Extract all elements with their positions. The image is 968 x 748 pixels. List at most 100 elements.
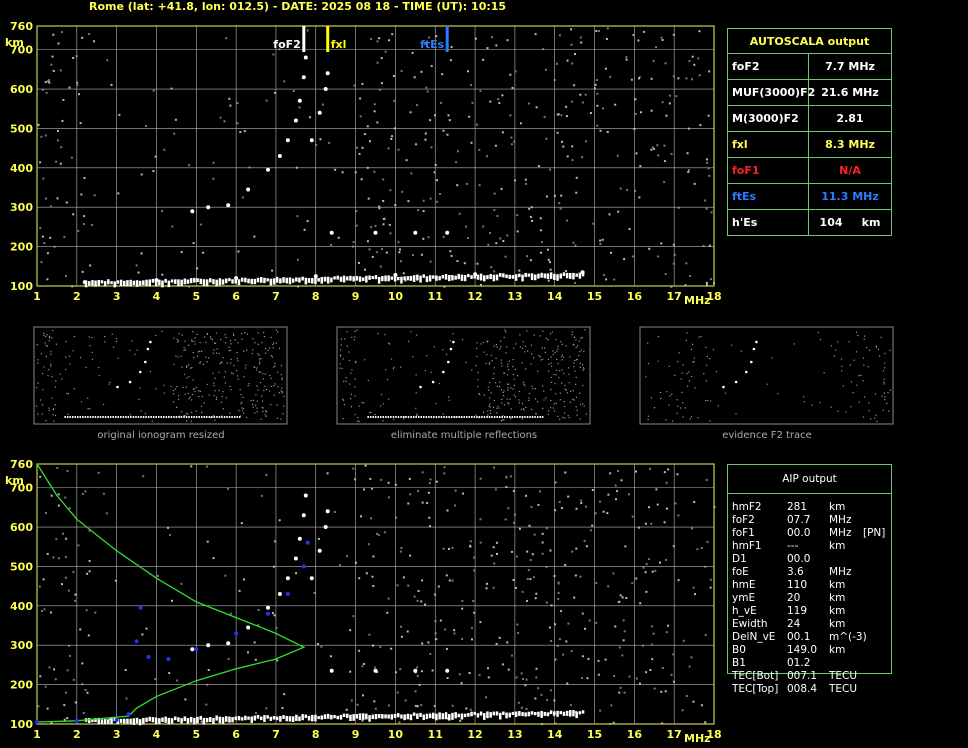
noise-dot (84, 490, 87, 493)
thumb-E-trace (168, 416, 170, 418)
thumb-dot (840, 358, 842, 360)
thumb-dot (214, 419, 216, 421)
noise-dot (565, 640, 568, 643)
thumb-dot (666, 391, 668, 393)
noise-dot (617, 210, 620, 213)
thumb-E-trace (130, 416, 132, 418)
thumb-dot (489, 412, 492, 414)
thumb-E-trace (529, 416, 531, 418)
thumb-dot (54, 386, 57, 388)
noise-dot (341, 171, 344, 174)
thumb-E-trace (180, 416, 183, 418)
noise-dot (564, 270, 567, 272)
thumb-E-trace (188, 416, 190, 418)
thumb-dot (552, 350, 554, 352)
noise-dot (458, 673, 461, 676)
thumb-dot (442, 413, 444, 415)
x-tick-label: 15 (587, 290, 602, 303)
noise-dot (68, 507, 71, 510)
E-trace-point (285, 715, 288, 722)
noise-dot (373, 110, 376, 113)
E-trace-point (272, 278, 276, 285)
thumb-dot (672, 420, 674, 422)
E-trace-point (441, 275, 445, 279)
noise-dot (520, 706, 523, 709)
thumb-E-trace (115, 416, 117, 418)
thumb-dot (45, 335, 47, 337)
thumb-dot (532, 388, 534, 390)
trace-point-F2 (226, 203, 231, 208)
noise-dot (691, 78, 693, 81)
thumb-dot (485, 362, 487, 365)
noise-dot (511, 550, 513, 553)
noise-dot (705, 479, 708, 481)
noise-dot (77, 229, 80, 232)
thumb-dot (555, 369, 558, 371)
thumb-dot (45, 355, 47, 358)
noise-dot (589, 529, 592, 532)
trace-point-F2 (297, 98, 302, 103)
thumb-dot (867, 366, 869, 368)
thumb-dot (238, 410, 240, 412)
thumb-dot (170, 385, 172, 388)
thumb-dot (687, 385, 689, 387)
noise-dot (486, 582, 488, 585)
thumb-dot (570, 390, 572, 392)
noise-dot (704, 199, 707, 202)
thumb-E-trace (206, 416, 208, 418)
thumb-caption-evidence: evidence F2 trace (722, 430, 812, 441)
thumb-dot (67, 393, 69, 395)
thumb-dot (241, 410, 243, 412)
thumb-dot (280, 364, 283, 367)
trace-point (266, 605, 270, 610)
E-trace-point (209, 717, 212, 722)
E-trace-point (479, 711, 483, 716)
thumb-dot (215, 332, 217, 334)
thumb-dot (705, 364, 708, 366)
noise-dot (704, 633, 707, 636)
thumb-dot (187, 392, 189, 395)
aip-row: DelN_vE 00.1 m^(-3) (728, 631, 891, 644)
thumb-dot (487, 386, 489, 388)
noise-dot (697, 57, 700, 60)
E-trace-point (256, 714, 260, 719)
thumb-dot (188, 398, 190, 400)
thumb-dot (435, 403, 437, 405)
noise-dot (421, 501, 424, 504)
noise-dot (625, 56, 628, 59)
E-trace-point (330, 277, 333, 283)
thumb-E-trace (385, 416, 387, 418)
noise-dot (699, 124, 702, 127)
thumb-dot (339, 367, 341, 369)
thumb-F2-trace (149, 340, 152, 344)
thumb-dot (252, 399, 254, 401)
thumb-dot (564, 388, 566, 390)
aip-cell: 00.0 (787, 553, 811, 565)
E-trace-point (119, 279, 123, 287)
noise-dot (375, 532, 378, 535)
noise-dot (530, 506, 533, 509)
noise-dot (359, 97, 362, 100)
thumb-dot (442, 349, 444, 351)
thumb-dot (61, 378, 63, 380)
noise-dot (583, 539, 586, 542)
thumb-dot (549, 333, 552, 335)
x-tick-label: 14 (547, 290, 563, 303)
noise-dot (628, 228, 631, 230)
noise-dot (398, 251, 401, 254)
thumb-dot (260, 358, 262, 360)
noise-dot (59, 162, 62, 165)
autoscala-value: 11.3 MHz (821, 190, 879, 203)
thumb-dot (433, 346, 435, 348)
thumb-E-trace (132, 416, 135, 418)
thumb-dot (346, 331, 348, 333)
E-trace-point (314, 714, 317, 722)
E-trace-point (578, 711, 582, 715)
noise-dot (653, 687, 656, 690)
thumb-dot (564, 417, 566, 419)
noise-dot (50, 611, 52, 614)
E-trace-point (384, 275, 387, 282)
noise-dot (704, 565, 707, 568)
noise-dot (385, 251, 388, 254)
noise-dot (81, 492, 84, 495)
